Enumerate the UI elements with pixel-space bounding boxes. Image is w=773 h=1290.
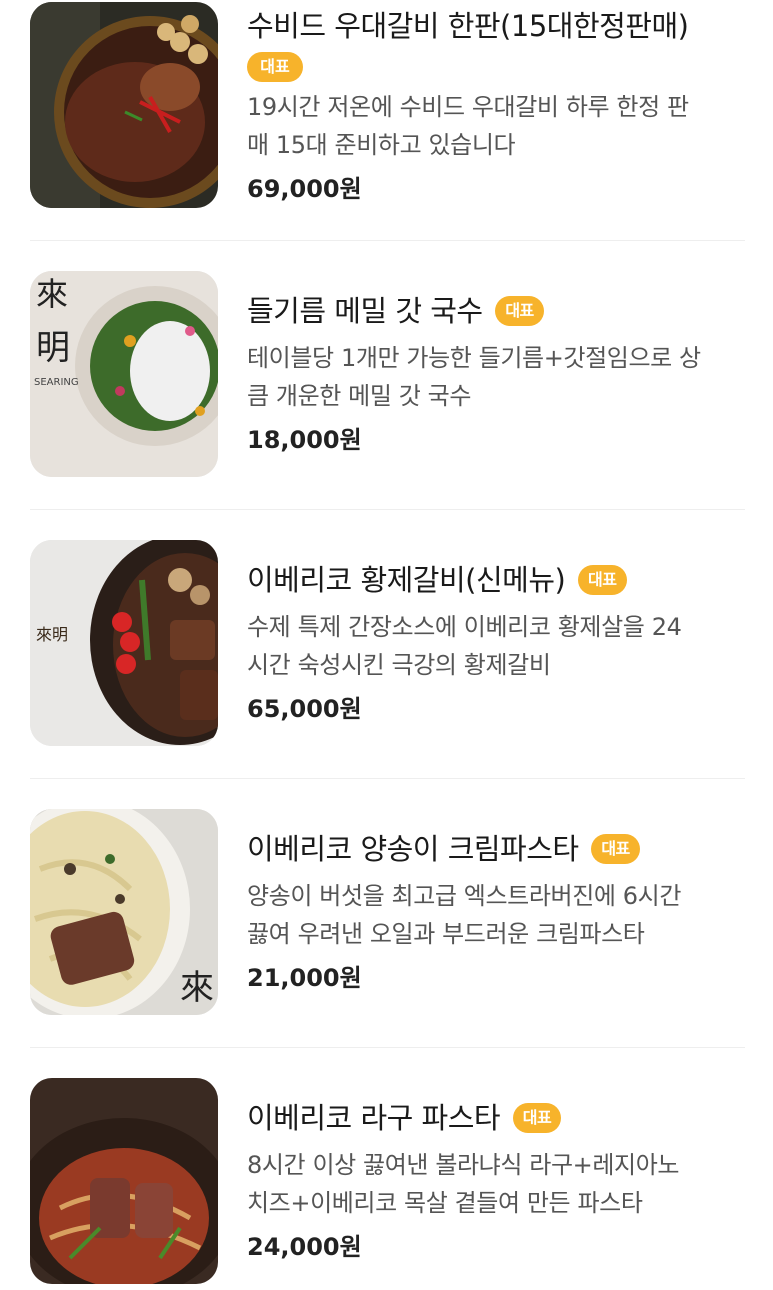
description-line: 치즈+이베리코 목살 곁들여 만든 파스타: [247, 1189, 643, 1217]
cream-pasta-photo: 來: [30, 809, 218, 1015]
menu-item-name: 들기름 메밀 갓 국수: [247, 294, 483, 328]
divider: [30, 778, 745, 779]
menu-item-cream-pasta[interactable]: 來 이베리코 양송이 크림파스타 대표 양송이 버섯을 최고급 엑스트라버진에 …: [30, 809, 745, 1017]
logo-char: 明: [36, 328, 70, 368]
menu-list: 수비드 우대갈비 한판(15대한정판매) 대표 19시간 저온에 수비드 우대갈…: [0, 0, 773, 1290]
description-line: 매 15대 준비하고 있습니다: [247, 131, 516, 159]
logo-mark: 來明: [36, 625, 68, 644]
menu-item-ragu-pasta[interactable]: 이베리코 라구 파스타 대표 8시간 이상 끓여낸 볼라냐식 라구+레지아노 치…: [30, 1078, 745, 1286]
description-line: 수제 특제 간장소스에 이베리코 황제살을 24: [247, 613, 682, 641]
signature-badge: 대표: [591, 834, 640, 864]
menu-item-description: 8시간 이상 끓여낸 볼라냐식 라구+레지아노 치즈+이베리코 목살 곁들여 만…: [247, 1146, 745, 1222]
menu-item-description: 수제 특제 간장소스에 이베리코 황제살을 24 시간 숙성시킨 극강의 황제갈…: [247, 608, 745, 684]
signature-badge: 대표: [512, 1103, 562, 1133]
menu-item-name: 이베리코 황제갈비(신메뉴): [247, 563, 566, 597]
noodle-photo: 來 明 SEARING: [30, 271, 218, 477]
menu-item-name: 수비드 우대갈비 한판(15대한정판매): [247, 9, 689, 43]
menu-item-buckwheat-noodle[interactable]: 來 明 SEARING 들기름 메밀 갓 국수 대표 테이블당 1개만 가능한 …: [30, 271, 745, 479]
galbi-photo: [30, 2, 218, 208]
menu-item-name: 이베리코 양송이 크림파스타: [247, 832, 579, 866]
menu-item-price: 65,000원: [247, 695, 362, 723]
iberico-galbi-photo: 來明: [30, 540, 218, 746]
ragu-pasta-photo: [30, 1078, 218, 1284]
description-line: 끓여 우려낸 오일과 부드러운 크림파스타: [247, 920, 645, 948]
divider: [30, 509, 745, 510]
menu-item-description: 19시간 저온에 수비드 우대갈비 하루 한정 판 매 15대 준비하고 있습니…: [247, 88, 745, 164]
signature-badge: 대표: [578, 565, 627, 595]
menu-item-price: 24,000원: [247, 1233, 362, 1261]
menu-item-description: 테이블당 1개만 가능한 들기름+갓절임으로 상 큼 개운한 메밀 갓 국수: [247, 339, 745, 415]
logo-char: 來: [36, 275, 68, 313]
menu-item-name: 이베리코 라구 파스타: [247, 1101, 501, 1135]
signature-badge: 대표: [247, 52, 303, 82]
description-line: 19시간 저온에 수비드 우대갈비 하루 한정 판: [247, 93, 689, 121]
logo-sub: SEARING: [34, 377, 79, 388]
description-line: 테이블당 1개만 가능한 들기름+갓절임으로 상: [247, 344, 701, 372]
menu-item-photo: 來: [30, 809, 218, 1015]
menu-item-description: 양송이 버섯을 최고급 엑스트라버진에 6시간 끓여 우려낸 오일과 부드러운 …: [247, 877, 745, 953]
menu-item-price: 18,000원: [247, 426, 362, 454]
menu-item-price: 21,000원: [247, 964, 362, 992]
menu-item-photo: 來 明 SEARING: [30, 271, 218, 477]
menu-item-iberico-galbi[interactable]: 來明 이베리코 황제갈비(신메뉴) 대표 수제 특제 간장소스에 이베리코 황제…: [30, 540, 745, 748]
signature-badge: 대표: [495, 296, 544, 326]
menu-item-price: 69,000원: [247, 175, 362, 203]
logo-char: 來: [180, 968, 214, 1008]
menu-item-photo: [30, 2, 218, 208]
menu-item-photo: [30, 1078, 218, 1284]
description-line: 시간 숙성시킨 극강의 황제갈비: [247, 651, 551, 679]
description-line: 8시간 이상 끓여낸 볼라냐식 라구+레지아노: [247, 1151, 680, 1179]
menu-item-photo: 來明: [30, 540, 218, 746]
divider: [30, 1047, 745, 1048]
description-line: 양송이 버섯을 최고급 엑스트라버진에 6시간: [247, 882, 682, 910]
description-line: 큼 개운한 메밀 갓 국수: [247, 382, 472, 410]
divider: [30, 240, 745, 241]
menu-item-sous-vide-galbi[interactable]: 수비드 우대갈비 한판(15대한정판매) 대표 19시간 저온에 수비드 우대갈…: [30, 2, 745, 210]
